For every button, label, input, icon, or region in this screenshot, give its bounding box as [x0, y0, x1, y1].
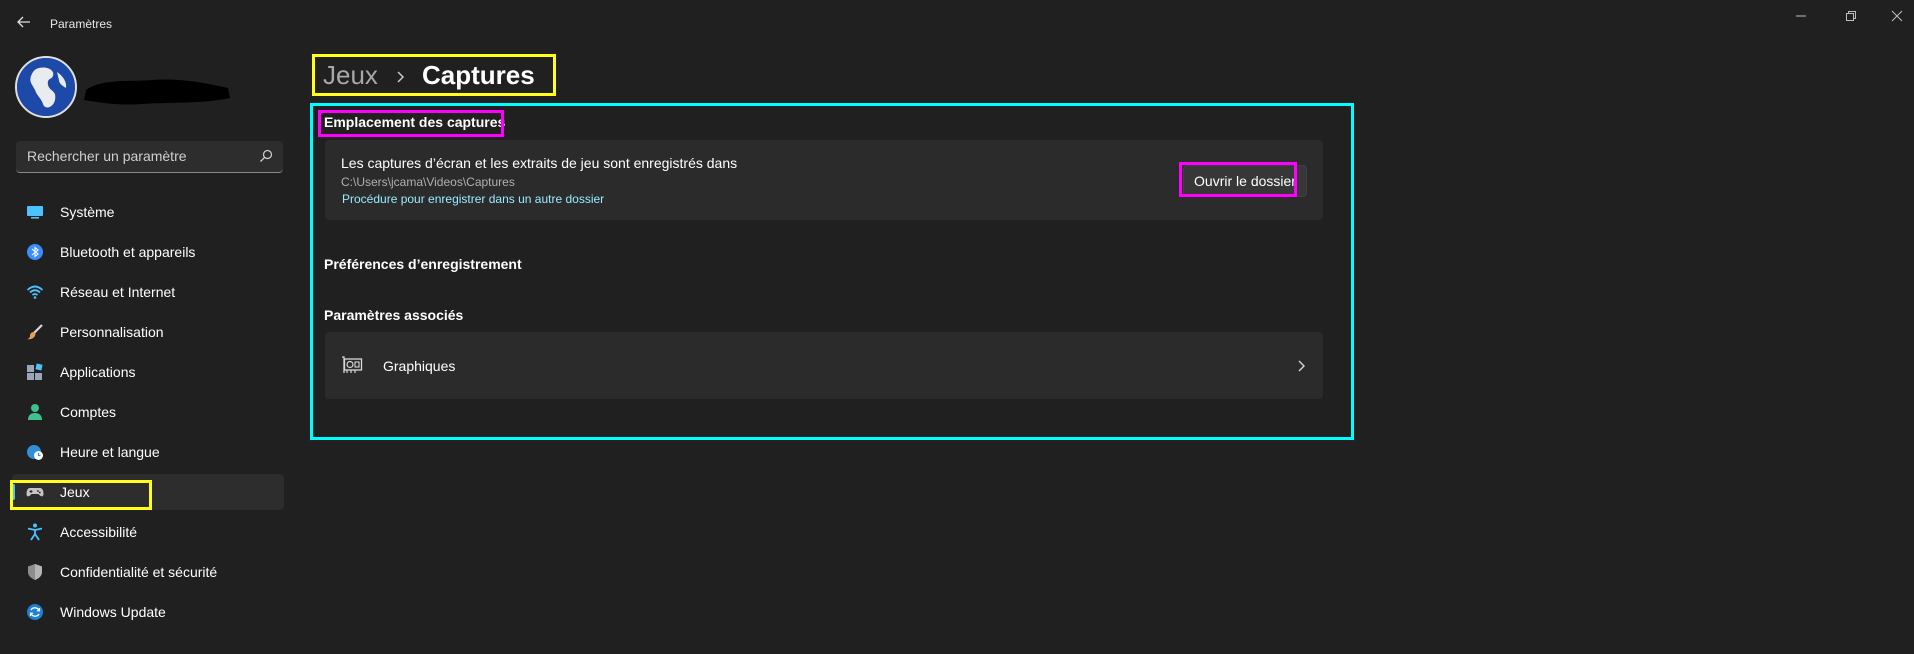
close-icon — [1891, 10, 1903, 22]
person-icon — [28, 404, 42, 420]
annotation-box-content — [310, 103, 1354, 440]
apps-icon — [27, 363, 43, 380]
arrow-left-icon — [17, 16, 30, 28]
sidebar-item-confidentialite[interactable]: Confidentialité et sécurité — [12, 554, 284, 590]
sidebar-item-applications[interactable]: Applications — [12, 354, 284, 390]
annotation-box-section-title — [318, 110, 504, 137]
search-box — [16, 141, 283, 173]
search-icon[interactable] — [259, 149, 273, 163]
search-input[interactable] — [16, 141, 246, 171]
sidebar-item-label: Accessibilité — [60, 524, 138, 540]
shield-icon — [28, 564, 42, 580]
sidebar-item-label: Réseau et Internet — [60, 284, 176, 300]
sidebar-item-label: Applications — [60, 364, 136, 380]
sidebar-item-bluetooth[interactable]: Bluetooth et appareils — [12, 234, 284, 270]
sidebar-item-label: Système — [60, 204, 115, 220]
sidebar-item-personnalisation[interactable]: Personnalisation — [12, 314, 284, 350]
brush-icon — [27, 324, 43, 340]
close-button[interactable] — [1882, 6, 1912, 26]
sidebar-item-label: Personnalisation — [60, 324, 164, 340]
earth-globe-icon — [17, 58, 75, 116]
sidebar-item-comptes[interactable]: Comptes — [12, 394, 284, 430]
sidebar-item-label: Bluetooth et appareils — [60, 244, 196, 260]
accessibility-icon — [27, 523, 43, 541]
back-button[interactable] — [14, 12, 34, 32]
app-title: Paramètres — [50, 17, 113, 31]
annotation-box-breadcrumb — [312, 54, 556, 96]
monitor-icon — [27, 206, 43, 219]
annotation-box-sidebar-jeux — [10, 480, 152, 510]
bluetooth-icon — [27, 244, 43, 260]
sidebar-item-heure-langue[interactable]: Heure et langue — [12, 434, 284, 470]
sidebar-item-windows-update[interactable]: Windows Update — [12, 594, 284, 630]
sidebar-item-systeme[interactable]: Système — [12, 194, 284, 230]
sidebar-item-reseau[interactable]: Réseau et Internet — [12, 274, 284, 310]
redacted-username — [84, 79, 230, 105]
restore-button[interactable] — [1836, 6, 1866, 26]
sidebar-item-label: Confidentialité et sécurité — [60, 564, 218, 580]
annotation-box-open-folder — [1179, 162, 1297, 197]
sidebar-nav: Système Bluetooth et appareils Réseau et… — [12, 194, 284, 634]
sidebar-item-label: Comptes — [60, 404, 117, 420]
title-bar: Paramètres — [0, 0, 1914, 48]
avatar[interactable] — [15, 56, 77, 118]
sidebar-item-accessibilite[interactable]: Accessibilité — [12, 514, 284, 550]
minimize-button[interactable] — [1786, 6, 1816, 26]
globe-clock-icon — [27, 445, 43, 460]
wifi-icon — [26, 285, 44, 299]
sidebar-item-label: Heure et langue — [60, 444, 160, 460]
minimize-icon — [1796, 15, 1806, 17]
refresh-icon — [27, 604, 43, 620]
restore-icon — [1846, 11, 1856, 21]
sidebar-item-label: Windows Update — [60, 604, 166, 620]
